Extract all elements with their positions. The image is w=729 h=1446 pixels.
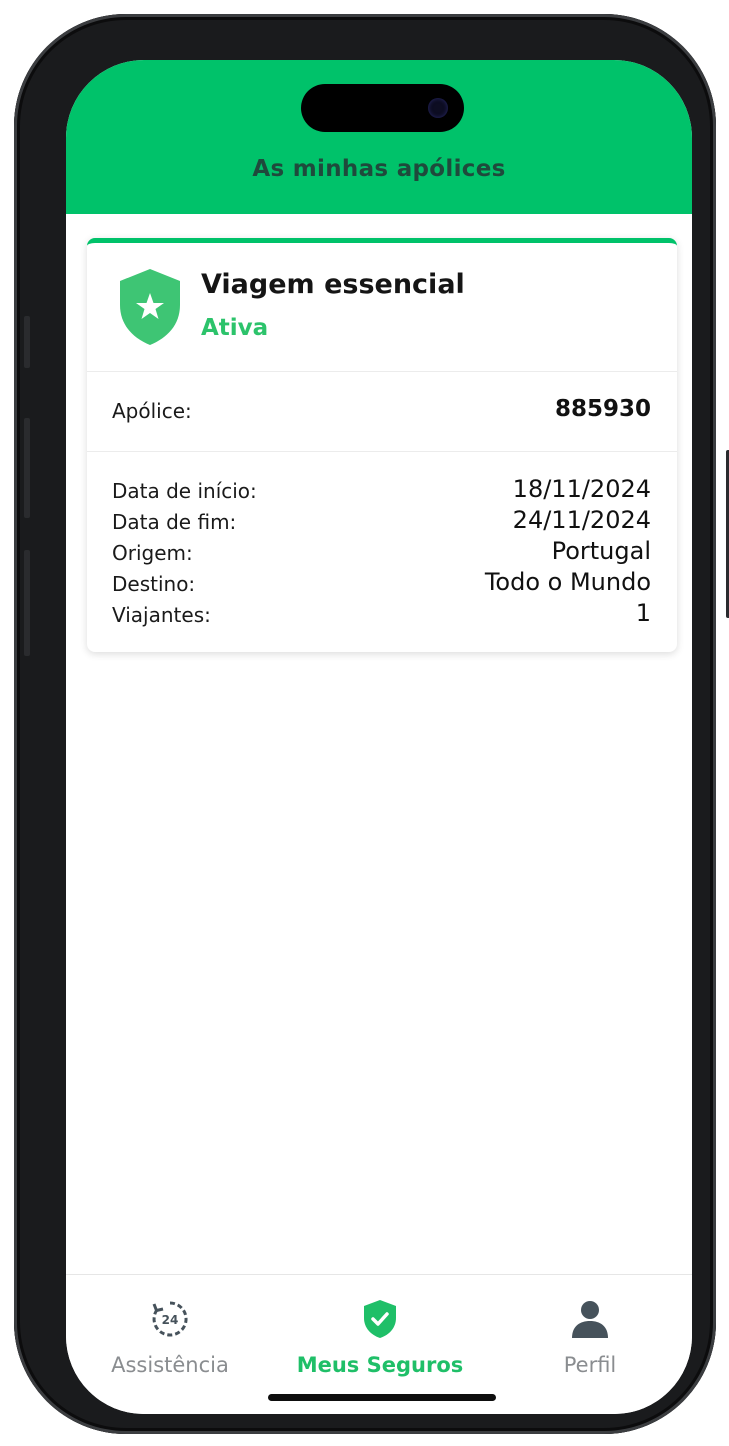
volume-up-button [24, 418, 30, 518]
nav-item-meus-seguros[interactable]: Meus Seguros [276, 1275, 484, 1395]
detail-row-origin: Origem: Portugal [87, 537, 677, 568]
detail-value: Portugal [551, 537, 651, 565]
app-header: As minhas apólices [66, 60, 692, 214]
svg-text:24: 24 [162, 1313, 179, 1327]
policy-details: Data de início: 18/11/2024 Data de fim: … [87, 475, 677, 630]
dynamic-island [301, 84, 464, 132]
status-badge: Ativa [201, 315, 269, 341]
detail-label: Viajantes: [112, 603, 211, 627]
phone-frame: As minhas apólices Viagem essencial Ativ… [14, 14, 729, 1434]
detail-row-destination: Destino: Todo o Mundo [87, 568, 677, 599]
detail-value: Todo o Mundo [484, 568, 651, 596]
detail-value: 24/11/2024 [512, 506, 651, 534]
policy-number-row: Apólice: 885930 [87, 371, 677, 452]
volume-down-button [24, 550, 30, 656]
app-screen: As minhas apólices Viagem essencial Ativ… [66, 60, 692, 1414]
detail-row-start-date: Data de início: 18/11/2024 [87, 475, 677, 506]
detail-row-end-date: Data de fim: 24/11/2024 [87, 506, 677, 537]
detail-row-travelers: Viajantes: 1 [87, 599, 677, 630]
policy-card[interactable]: Viagem essencial Ativa Apólice: 885930 D… [87, 238, 677, 652]
detail-label: Data de fim: [112, 510, 237, 534]
policy-title: Viagem essencial [201, 269, 465, 300]
home-indicator[interactable] [268, 1394, 496, 1401]
nav-label: Assistência [111, 1353, 229, 1377]
page-title: As minhas apólices [252, 156, 506, 182]
detail-label: Data de início: [112, 479, 257, 503]
nav-label: Meus Seguros [296, 1353, 464, 1377]
bottom-navigation: 24 Assistência Meus Seguros Perfil [66, 1274, 692, 1414]
nav-item-assistencia[interactable]: 24 Assistência [66, 1275, 274, 1395]
assistance-24h-icon: 24 [152, 1301, 188, 1337]
policy-number-label: Apólice: [112, 399, 192, 423]
mute-switch [24, 316, 30, 368]
policy-number-value: 885930 [554, 396, 651, 422]
shield-star-icon [120, 269, 180, 345]
user-icon [572, 1301, 608, 1338]
detail-label: Origem: [112, 541, 193, 565]
nav-item-perfil[interactable]: Perfil [486, 1275, 692, 1395]
shield-check-icon [364, 1300, 396, 1338]
camera-icon [428, 98, 448, 118]
detail-label: Destino: [112, 572, 196, 596]
detail-value: 18/11/2024 [512, 475, 651, 503]
detail-value: 1 [635, 599, 651, 627]
nav-label: Perfil [563, 1353, 617, 1377]
policy-card-header: Viagem essencial Ativa [87, 243, 677, 372]
